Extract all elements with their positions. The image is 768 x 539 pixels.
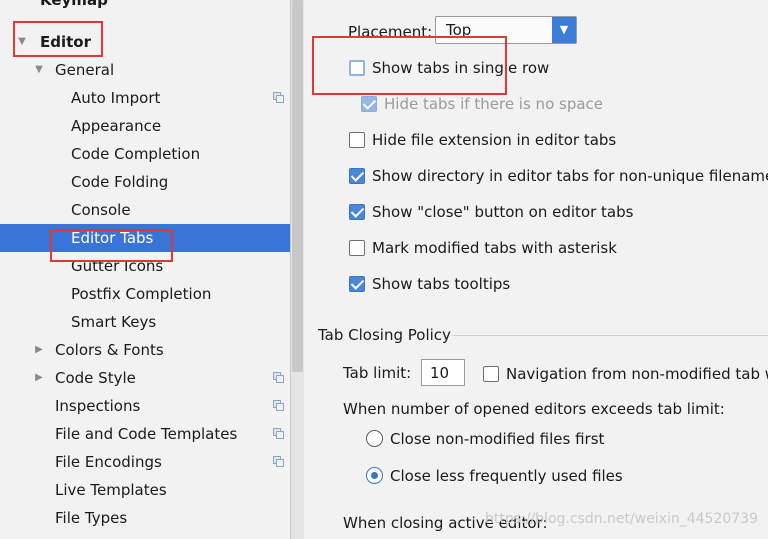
tree-item-label: Code Folding	[71, 173, 169, 191]
option-hide-extension[interactable]: Hide file extension in editor tabs	[349, 130, 616, 149]
radio-label: Close non-modified files first	[390, 429, 605, 448]
tree-item-label: Code Style	[55, 369, 136, 387]
placement-row: Placement:	[348, 20, 432, 44]
tree-item-label: File Encodings	[55, 453, 162, 471]
tree-item-colors-fonts[interactable]: ▶ Colors & Fonts	[0, 336, 290, 364]
tree-item-label: Keymap	[40, 0, 108, 9]
tree-item-smart-keys[interactable]: Smart Keys	[0, 308, 290, 336]
tree-item-console[interactable]: Console	[0, 196, 290, 224]
project-settings-icon	[273, 456, 284, 467]
tree-item-label: File Types	[55, 509, 128, 527]
section-divider	[452, 335, 768, 336]
show-directory-checkbox[interactable]	[349, 167, 365, 184]
radio-close-less-frequent[interactable]: Close less frequently used files	[366, 466, 623, 485]
single-row-checkbox[interactable]	[349, 59, 365, 76]
tab-closing-section-title: Tab Closing Policy	[318, 326, 451, 344]
project-settings-icon	[273, 372, 284, 383]
placement-label: Placement:	[348, 23, 433, 41]
tree-item-label: Editor Tabs	[71, 229, 154, 247]
radio-button[interactable]	[366, 467, 383, 484]
option-label: Show tabs in single row	[372, 58, 550, 77]
scrollbar-thumb[interactable]	[292, 0, 303, 372]
placement-value: Top	[446, 21, 472, 39]
collapsed-arrow-icon[interactable]: ▶	[33, 336, 45, 364]
collapsed-arrow-icon[interactable]: ▶	[33, 364, 45, 392]
option-mark-modified[interactable]: Mark modified tabs with asterisk	[349, 238, 617, 257]
tree-item-label: Smart Keys	[71, 313, 157, 331]
chevron-down-icon: ▼	[559, 23, 569, 36]
radio-button[interactable]	[366, 430, 383, 447]
tree-item-label: Code Completion	[71, 145, 201, 163]
project-settings-icon	[273, 92, 284, 103]
tree-item-label: Inspections	[55, 397, 141, 415]
hide-extension-checkbox[interactable]	[349, 131, 365, 148]
watermark-text: https://blog.csdn.net/weixin_44520739	[484, 511, 758, 527]
tree-item-file-types[interactable]: File Types	[0, 504, 290, 532]
tree-item-label: Colors & Fonts	[55, 341, 164, 359]
tree-item-inspections[interactable]: Inspections	[0, 392, 290, 420]
option-single-row[interactable]: Show tabs in single row	[349, 58, 549, 77]
tree-item-label: Live Templates	[55, 481, 167, 499]
tree-item-label: General	[55, 61, 115, 79]
project-settings-icon	[273, 400, 284, 411]
hide-tabs-checkbox	[361, 95, 377, 112]
option-label: Show directory in editor tabs for non-un…	[372, 166, 768, 185]
dropdown-button[interactable]: ▼	[552, 17, 576, 43]
show-close-checkbox[interactable]	[349, 203, 365, 220]
settings-tree: Keymap ▼ Editor ▼ General Auto Import Ap…	[0, 0, 291, 539]
tree-item-general[interactable]: ▼ General	[0, 56, 290, 84]
tooltips-checkbox[interactable]	[349, 275, 365, 292]
tab-limit-value: 10	[430, 364, 450, 382]
expanded-arrow-icon[interactable]: ▼	[16, 28, 28, 56]
radio-close-non-modified[interactable]: Close non-modified files first	[366, 429, 604, 448]
expanded-arrow-icon[interactable]: ▼	[33, 56, 45, 84]
option-label: Navigation from non-modified tab w	[506, 364, 768, 383]
tree-item-code-folding[interactable]: Code Folding	[0, 168, 290, 196]
option-label: Hide tabs if there is no space	[384, 94, 604, 113]
navigation-checkbox[interactable]	[483, 365, 499, 382]
radio-label: Close less frequently used files	[390, 466, 623, 485]
option-label: Hide file extension in editor tabs	[372, 130, 617, 149]
tree-item-label: Editor	[40, 33, 91, 51]
tree-item-editor[interactable]: ▼ Editor	[0, 28, 290, 56]
tree-item-label: Appearance	[71, 117, 162, 135]
tree-item-editor-tabs[interactable]: Editor Tabs	[0, 224, 290, 252]
tree-item-appearance[interactable]: Appearance	[0, 112, 290, 140]
mark-modified-checkbox[interactable]	[349, 239, 365, 256]
tree-item-code-completion[interactable]: Code Completion	[0, 140, 290, 168]
option-show-close[interactable]: Show "close" button on editor tabs	[349, 202, 633, 221]
tree-item-auto-import[interactable]: Auto Import	[0, 84, 290, 112]
exceeds-limit-label: When number of opened editors exceeds ta…	[343, 400, 725, 418]
placement-select[interactable]: Top ▼	[435, 16, 577, 44]
option-label: Show "close" button on editor tabs	[372, 202, 634, 221]
tree-item-postfix-completion[interactable]: Postfix Completion	[0, 280, 290, 308]
tree-item-file-code-templates[interactable]: File and Code Templates	[0, 420, 290, 448]
option-label: Mark modified tabs with asterisk	[372, 238, 617, 257]
tree-item-label: Postfix Completion	[71, 285, 212, 303]
tree-item-live-templates[interactable]: Live Templates	[0, 476, 290, 504]
sidebar-scrollbar[interactable]	[291, 0, 304, 539]
option-navigation[interactable]: Navigation from non-modified tab w	[483, 364, 768, 383]
option-show-directory[interactable]: Show directory in editor tabs for non-un…	[349, 166, 768, 185]
option-tooltips[interactable]: Show tabs tooltips	[349, 274, 510, 293]
tree-item-gutter-icons[interactable]: Gutter Icons	[0, 252, 290, 280]
tree-item-code-style[interactable]: ▶ Code Style	[0, 364, 290, 392]
editor-tabs-settings-panel: Placement: Top ▼ Show tabs in single row…	[304, 0, 768, 539]
tab-limit-label: Tab limit:	[343, 364, 412, 382]
tab-limit-input[interactable]: 10	[421, 359, 465, 386]
project-settings-icon	[273, 428, 284, 439]
tree-item-label: Console	[71, 201, 131, 219]
tree-item-file-encodings[interactable]: File Encodings	[0, 448, 290, 476]
tree-item-keymap[interactable]: Keymap	[0, 0, 290, 28]
tree-item-label: Auto Import	[71, 89, 161, 107]
tree-item-label: Gutter Icons	[71, 257, 164, 275]
tree-item-label: File and Code Templates	[55, 425, 238, 443]
option-hide-tabs: Hide tabs if there is no space	[361, 94, 603, 113]
option-label: Show tabs tooltips	[372, 274, 511, 293]
